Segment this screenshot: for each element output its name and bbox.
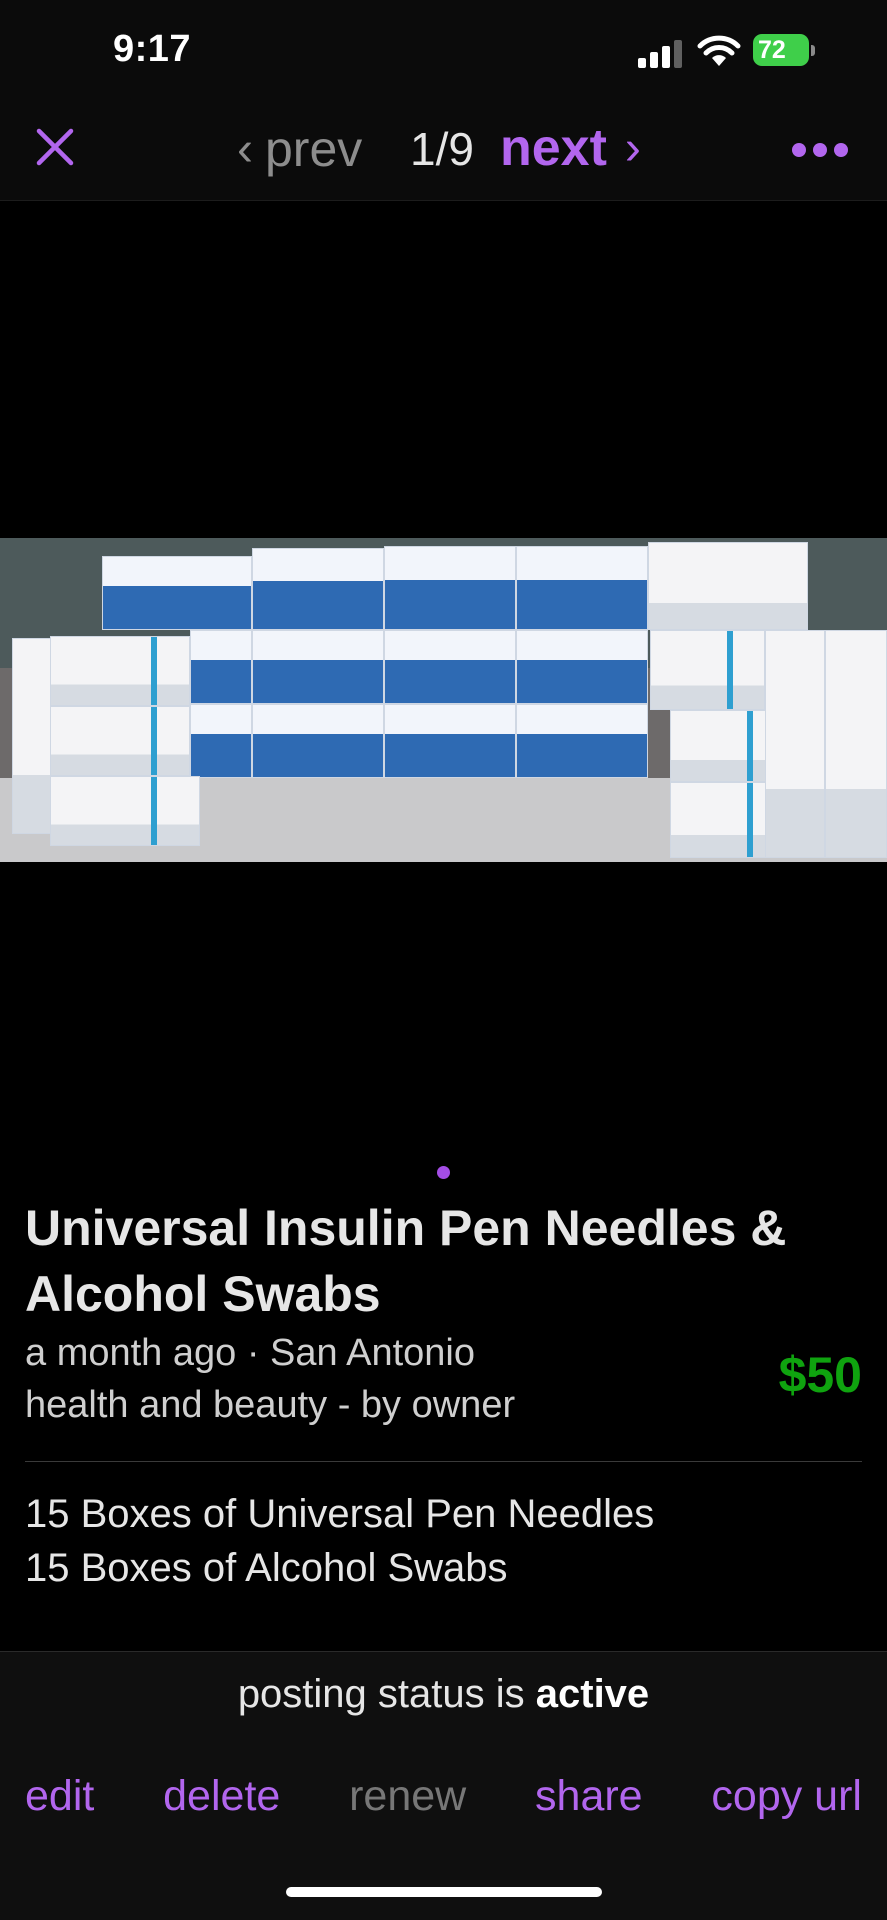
posting-status: posting status is active [0,1672,887,1717]
prev-label: prev [264,121,363,177]
more-icon[interactable] [792,143,848,157]
divider [25,1461,862,1462]
status-bar: 9:17 72 [0,0,887,100]
pager-dot [437,1166,450,1179]
chevron-left-icon: ‹ [237,122,253,176]
listing-title: Universal Insulin Pen Needles & Alcohol … [25,1200,787,1322]
copy-url-button[interactable]: copy url [711,1772,862,1821]
status-time: 9:17 [113,28,192,70]
description-line: 15 Boxes of Alcohol Swabs [25,1546,508,1590]
listing-date-location: a month ago · San Antonio [25,1332,475,1374]
nav-bar: ‹ prev 1/9 next › [0,100,887,201]
battery-icon: 72 [753,34,815,68]
close-icon[interactable] [33,125,77,169]
listing-category: health and beauty - by owner [25,1384,516,1426]
next-button[interactable]: next › [500,118,641,178]
posting-footer: posting status is active edit delete ren… [0,1651,887,1920]
renew-button: renew [349,1772,467,1820]
home-indicator[interactable] [286,1887,602,1897]
listing-meta: a month ago · San Antonio health and bea… [25,1327,515,1431]
posting-actions: edit delete renew share copy url [25,1772,862,1821]
next-label: next [500,119,607,177]
prev-button[interactable]: ‹ prev [237,120,362,178]
listing-detail-screen: 9:17 72 ‹ prev 1/9 next › Universal Insu… [0,0,887,1920]
image-counter: 1/9 [410,123,474,175]
signal-icon [638,38,688,68]
listing-description: 15 Boxes of Universal Pen Needles 15 Box… [25,1487,654,1595]
chevron-right-icon: › [624,121,641,175]
description-line: 15 Boxes of Universal Pen Needles [25,1492,655,1536]
listing-photo[interactable] [0,538,887,862]
listing-price: $50 [778,1347,862,1403]
edit-button[interactable]: edit [25,1772,94,1821]
posting-status-prefix: posting status is [237,1672,536,1716]
wifi-icon [697,35,741,66]
battery-level: 72 [753,34,809,66]
share-button[interactable]: share [535,1772,643,1821]
posting-status-value: active [535,1672,650,1716]
delete-button[interactable]: delete [163,1772,280,1821]
